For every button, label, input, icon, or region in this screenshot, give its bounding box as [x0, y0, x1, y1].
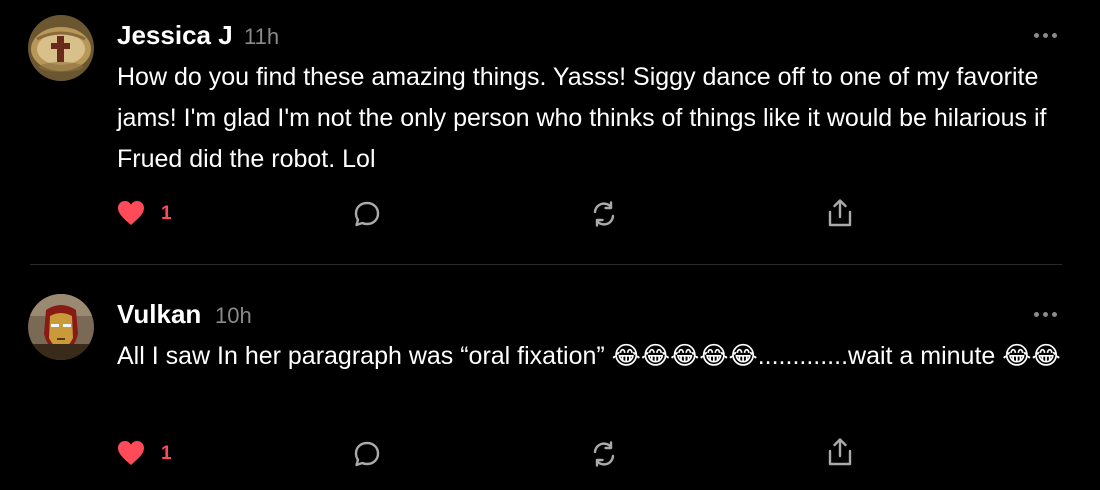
- avatar[interactable]: [28, 15, 94, 81]
- share-icon: [828, 438, 852, 466]
- comment-text: How do you find these amazing things. Ya…: [117, 63, 1047, 173]
- timestamp[interactable]: 10h: [215, 303, 252, 329]
- divider: [30, 264, 1062, 265]
- restack-button[interactable]: [590, 200, 618, 233]
- restack-button[interactable]: [590, 440, 618, 473]
- more-options-icon[interactable]: [1034, 309, 1060, 319]
- comment-bubble-icon: [354, 201, 380, 227]
- author-name[interactable]: Jessica J: [117, 20, 233, 51]
- restack-icon: [593, 441, 615, 467]
- like-count: 1: [161, 443, 172, 464]
- share-button[interactable]: [826, 437, 854, 472]
- reply-button[interactable]: [353, 440, 381, 473]
- like-count: 1: [161, 203, 172, 224]
- restack-icon: [593, 201, 615, 227]
- like-button[interactable]: [117, 440, 145, 471]
- author-name[interactable]: Vulkan: [117, 299, 201, 330]
- timestamp[interactable]: 11h: [244, 24, 279, 50]
- more-options-icon[interactable]: [1034, 30, 1060, 40]
- avatar[interactable]: [28, 294, 94, 360]
- comment-bubble-icon: [354, 441, 380, 467]
- heart-icon: [118, 441, 144, 465]
- avatar-ring-cross-image: [28, 15, 94, 81]
- avatar-iron-man-image: [28, 294, 94, 360]
- reply-button[interactable]: [353, 200, 381, 233]
- like-button[interactable]: [117, 200, 145, 231]
- share-button[interactable]: [826, 198, 854, 233]
- heart-icon: [118, 201, 144, 225]
- comment-text: All I saw In her paragraph was “oral fix…: [117, 342, 1061, 370]
- share-icon: [828, 199, 852, 227]
